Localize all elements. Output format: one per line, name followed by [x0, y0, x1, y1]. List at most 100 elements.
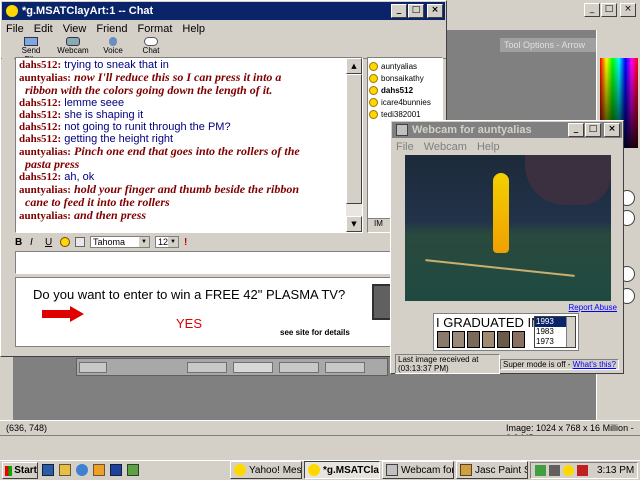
- chat-menubar: File Edit View Friend Format Help: [1, 21, 446, 37]
- member-item[interactable]: tedi382001: [369, 108, 441, 120]
- member-item[interactable]: auntyalias: [369, 60, 441, 72]
- message-sender[interactable]: dahs512:: [19, 133, 61, 145]
- quicklaunch-desktop-icon[interactable]: [42, 464, 54, 476]
- message-sender[interactable]: auntyalias:: [19, 210, 71, 222]
- menu-edit[interactable]: Edit: [29, 23, 58, 35]
- start-label: Start: [14, 465, 37, 476]
- taskbar-item-yahoo[interactable]: Yahoo! Messen...: [230, 461, 302, 479]
- message-text: not going to runit through the PM?: [64, 121, 231, 133]
- quicklaunch-ie-icon[interactable]: [76, 464, 88, 476]
- ad-banner[interactable]: Do you want to enter to win a FREE 42" P…: [15, 277, 443, 347]
- yahoo-smiley-icon: [6, 5, 18, 17]
- taskbar-item-chat[interactable]: *g.MSATClay...: [304, 461, 380, 479]
- member-name: bonsaikathy: [381, 73, 424, 83]
- chat-bubbles-icon: [144, 37, 158, 46]
- psp-maximize-button[interactable]: □: [601, 3, 617, 17]
- whats-this-link[interactable]: What's this?: [573, 360, 616, 369]
- message-sender[interactable]: dahs512:: [19, 121, 61, 133]
- scroll-down-button[interactable]: ▼: [346, 216, 362, 232]
- chat-toolbar: Send File Webcam Voice Chat: [1, 37, 446, 64]
- size-select[interactable]: 12 ▼: [155, 236, 179, 248]
- member-item[interactable]: dahs512: [369, 84, 441, 96]
- yearbook-photos: [437, 331, 525, 348]
- tray-clock[interactable]: 3:13 PM: [597, 465, 634, 476]
- report-abuse-link[interactable]: Report Abuse: [569, 303, 617, 312]
- message-text: ribbon with the colors going down the le…: [25, 83, 273, 97]
- menu-file[interactable]: File: [1, 23, 29, 35]
- user-smiley-icon: [369, 109, 378, 119]
- super-mode-status: Super mode is off - What's this?: [499, 358, 619, 370]
- chat-close-button[interactable]: ×: [427, 4, 443, 18]
- scroll-thumb[interactable]: [346, 74, 362, 204]
- webcam-menu-help[interactable]: Help: [472, 141, 505, 153]
- chat-message: dahs512: she is shaping it: [19, 109, 359, 121]
- color-icon[interactable]: [75, 237, 85, 247]
- italic-button[interactable]: I: [30, 237, 40, 248]
- quicklaunch-media-icon[interactable]: [93, 464, 105, 476]
- format-toolbar: B I U Tahoma ▼ 12 ▼ !: [15, 235, 443, 249]
- menu-view[interactable]: View: [58, 23, 92, 35]
- graduated-ad-banner[interactable]: I GRADUATED IN: 1993 1983 1973: [433, 313, 579, 351]
- quicklaunch-word-icon[interactable]: [110, 464, 122, 476]
- size-dropdown-icon: ▼: [168, 237, 178, 247]
- webcam-maximize-button[interactable]: □: [585, 123, 601, 137]
- buzz-icon[interactable]: !: [184, 237, 187, 248]
- chat-message: pasta press: [19, 158, 359, 171]
- year-option[interactable]: 1993: [535, 317, 567, 327]
- message-input[interactable]: [15, 251, 443, 274]
- scroll-up-button[interactable]: ▲: [346, 58, 362, 74]
- tray-network-icon[interactable]: [535, 465, 546, 476]
- tray-antivirus-icon[interactable]: [577, 465, 588, 476]
- start-button[interactable]: Start: [2, 462, 38, 479]
- font-select[interactable]: Tahoma ▼: [90, 236, 150, 248]
- tray-messenger-icon[interactable]: [563, 465, 574, 476]
- message-text: cane to feed it into the rollers: [25, 195, 170, 209]
- message-sender[interactable]: dahs512:: [19, 171, 61, 183]
- chat-titlebar[interactable]: *g.MSATClayArt:1 -- Chat _ □ ×: [2, 2, 445, 20]
- voice-button[interactable]: Voice: [99, 37, 127, 58]
- user-smiley-icon: [369, 73, 378, 83]
- chat-maximize-button[interactable]: □: [408, 4, 424, 18]
- user-smiley-icon: [369, 61, 378, 71]
- psp-close-button[interactable]: ×: [620, 3, 636, 17]
- webcam-window: Webcam for auntyalias _ □ × File Webcam …: [390, 120, 624, 374]
- underline-button[interactable]: U: [45, 237, 55, 248]
- taskbar-item-webcam[interactable]: Webcam for au...: [382, 461, 454, 479]
- quicklaunch-paint-icon[interactable]: [127, 464, 139, 476]
- send-file-button[interactable]: Send File: [15, 37, 47, 64]
- webcam-minimize-button[interactable]: _: [568, 123, 584, 137]
- chat-scrollbar[interactable]: ▲ ▼: [346, 58, 362, 232]
- emoticon-icon[interactable]: [60, 237, 70, 247]
- menu-format[interactable]: Format: [133, 23, 178, 35]
- chat-smiley-icon: [308, 464, 320, 476]
- menu-friend[interactable]: Friend: [91, 23, 132, 35]
- webcam-menu-file[interactable]: File: [391, 141, 419, 153]
- user-smiley-icon: [369, 85, 378, 95]
- taskbar-item-psp[interactable]: Jasc Paint Shop...: [456, 461, 528, 479]
- im-tab-label: IM: [374, 219, 383, 228]
- chat-label: Chat: [142, 46, 160, 55]
- year-scrollbar[interactable]: [566, 317, 575, 347]
- message-sender[interactable]: dahs512:: [19, 59, 61, 71]
- member-item[interactable]: icare4bunnies: [369, 96, 441, 108]
- member-name: icare4bunnies: [381, 97, 431, 107]
- quicklaunch-outlook-icon[interactable]: [59, 464, 71, 476]
- left-edge-tools: [2, 57, 14, 347]
- ad-yes-button[interactable]: YES: [176, 316, 202, 331]
- tray-volume-icon[interactable]: [549, 465, 560, 476]
- webcam-titlebar[interactable]: Webcam for auntyalias _ □ ×: [392, 122, 622, 138]
- bold-button[interactable]: B: [15, 237, 25, 248]
- webcam-button[interactable]: Webcam: [57, 37, 89, 58]
- chat-button[interactable]: Chat: [137, 37, 165, 58]
- yahoo-messenger-icon: [234, 464, 246, 476]
- message-sender[interactable]: dahs512:: [19, 97, 61, 109]
- member-item[interactable]: bonsaikathy: [369, 72, 441, 84]
- message-sender[interactable]: dahs512:: [19, 109, 61, 121]
- tool-options-titlebar[interactable]: Tool Options - Arrow: [500, 38, 596, 52]
- chat-minimize-button[interactable]: _: [391, 4, 407, 18]
- year-listbox[interactable]: 1993 1983 1973: [534, 316, 576, 348]
- webcam-menu-webcam[interactable]: Webcam: [419, 141, 472, 153]
- webcam-close-button[interactable]: ×: [604, 123, 620, 137]
- psp-minimize-button[interactable]: _: [584, 3, 600, 17]
- menu-help[interactable]: Help: [177, 23, 210, 35]
